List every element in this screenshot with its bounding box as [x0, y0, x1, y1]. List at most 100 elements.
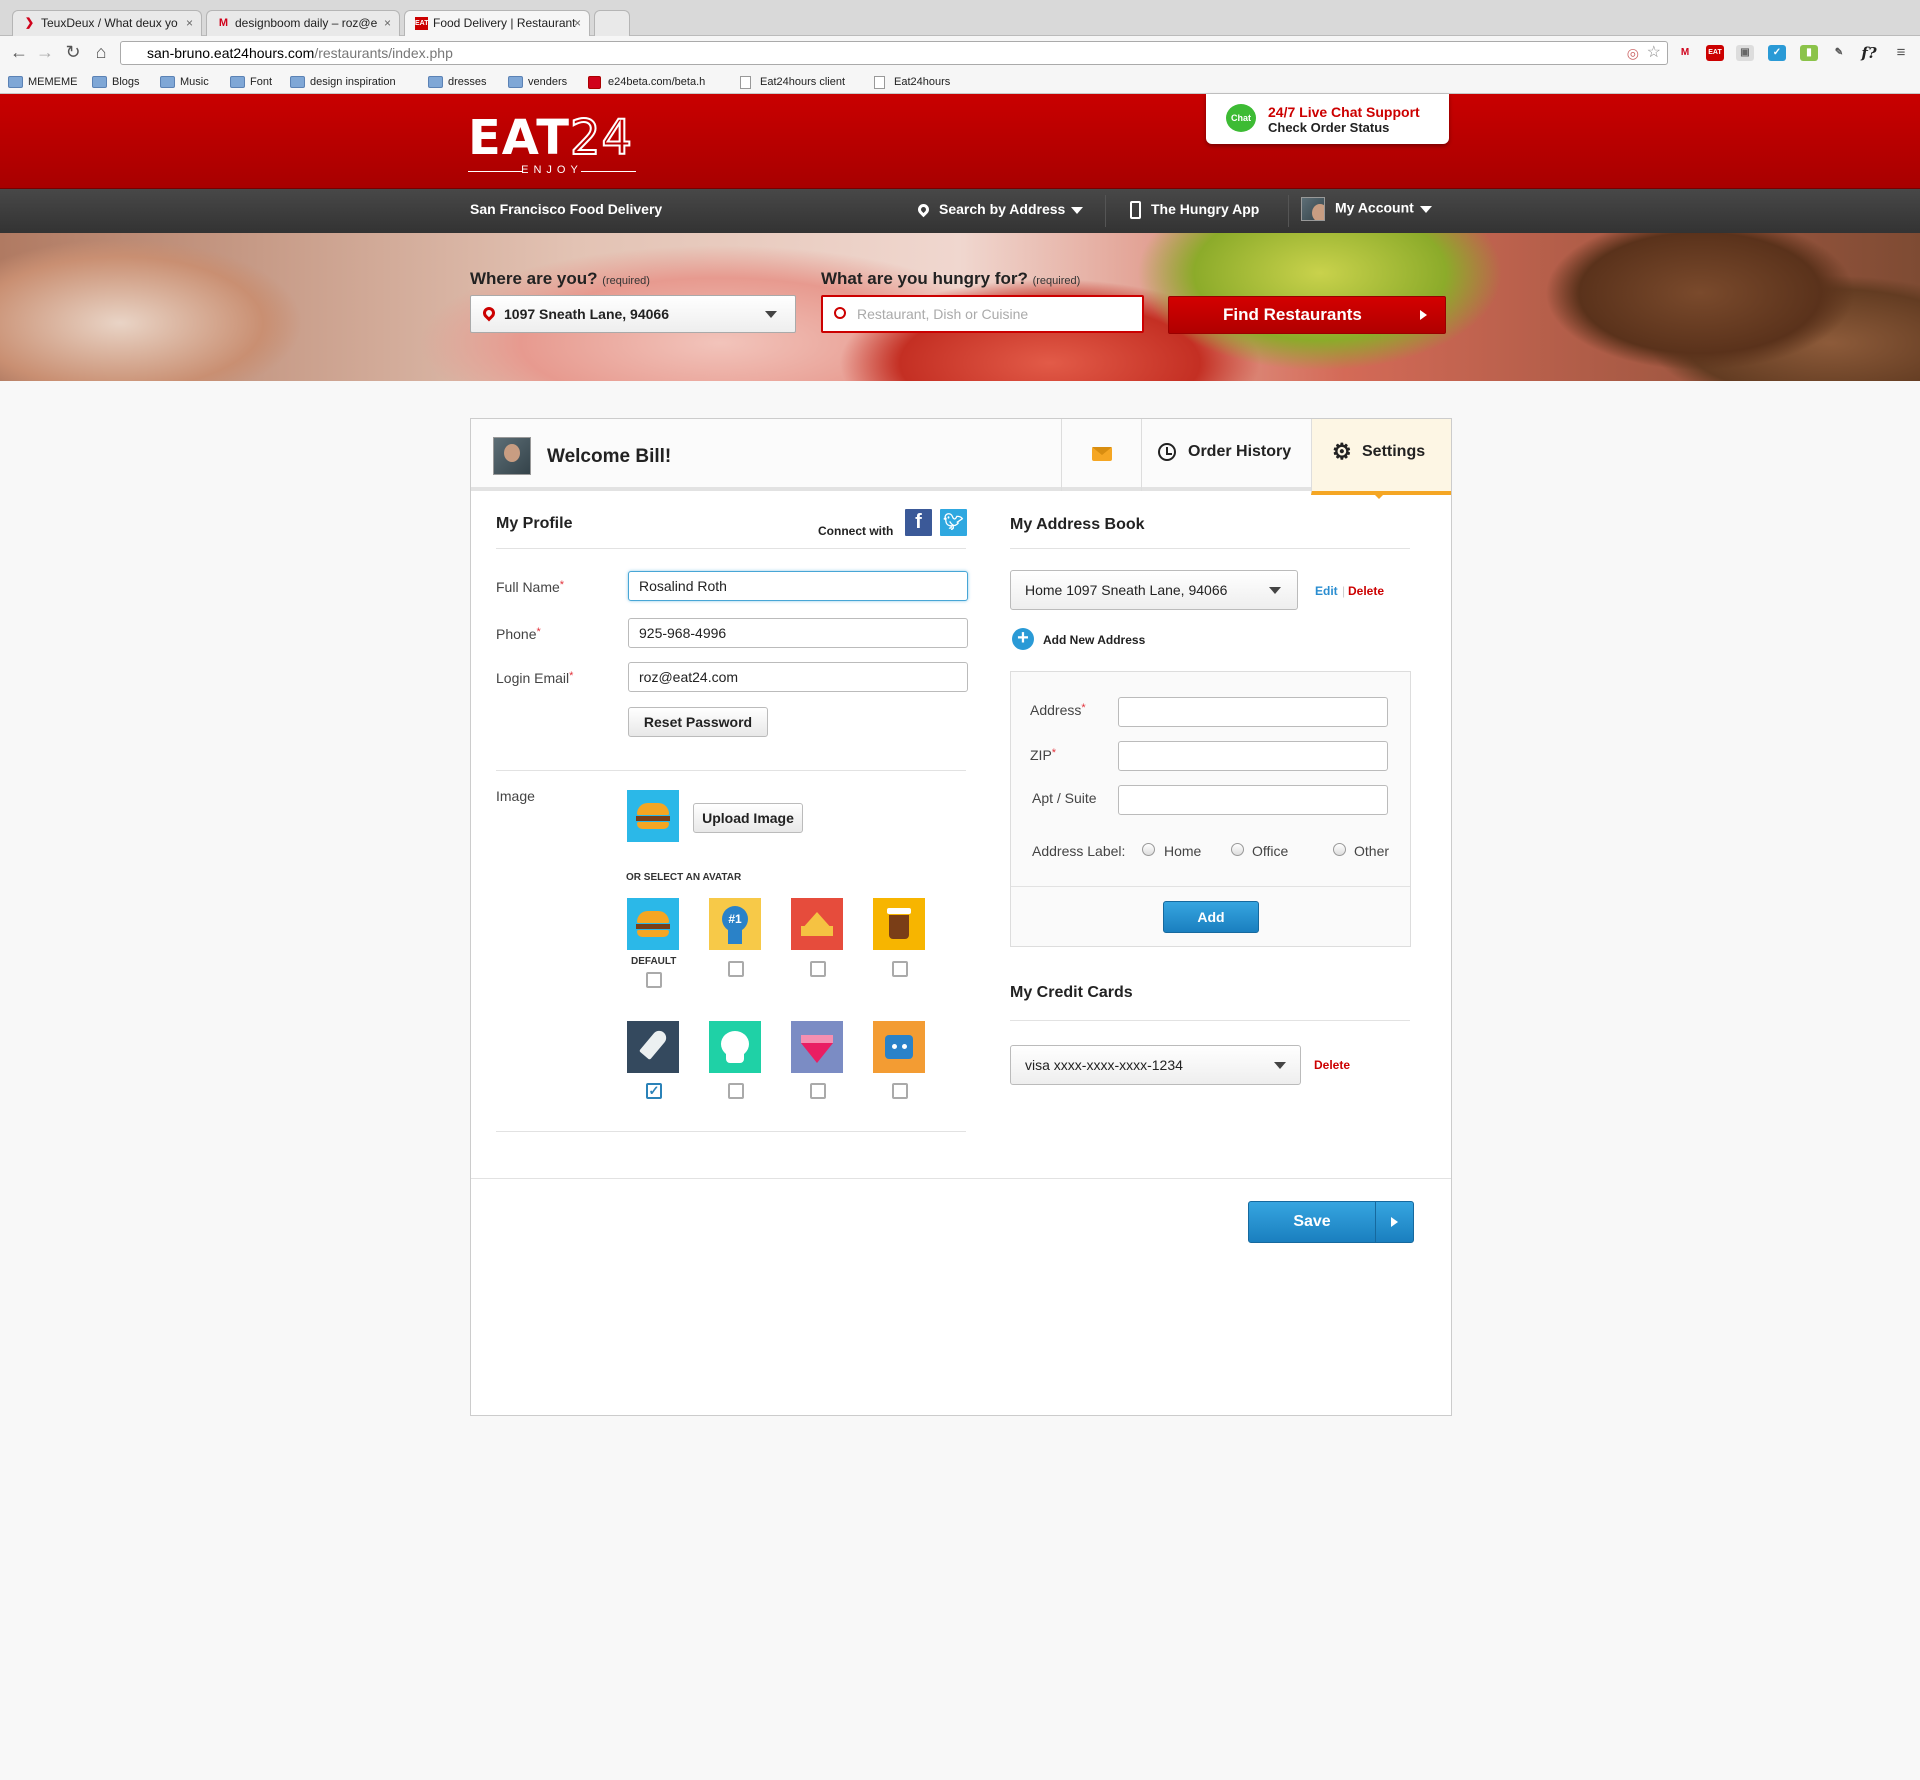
- bookmark-folder[interactable]: Blogs: [92, 73, 140, 91]
- bookmark-link[interactable]: e24beta.com/beta.h: [588, 73, 705, 91]
- bookmark-folder[interactable]: Music: [160, 73, 209, 91]
- credit-card-select[interactable]: visa xxxx-xxxx-xxxx-1234: [1010, 1045, 1301, 1085]
- gmail-extension-icon[interactable]: M: [1676, 45, 1694, 61]
- new-tab-button[interactable]: [594, 10, 630, 36]
- edit-address-link[interactable]: Edit: [1315, 584, 1338, 598]
- avatar-option-robot[interactable]: [873, 1021, 925, 1073]
- zip-label: ZIP*: [1030, 747, 1056, 763]
- avatar-checkbox-crown[interactable]: [810, 961, 826, 977]
- menu-icon[interactable]: ≡: [1892, 45, 1910, 61]
- bookmark-folder[interactable]: design inspiration: [290, 73, 396, 91]
- avatar-option-burger[interactable]: [627, 898, 679, 950]
- avatar-option-coffee[interactable]: [873, 898, 925, 950]
- address-select[interactable]: Home 1097 Sneath Lane, 94066: [1010, 570, 1298, 610]
- hungry-app-link[interactable]: The Hungry App: [1130, 201, 1259, 220]
- avatar-checkbox-robot[interactable]: [892, 1083, 908, 1099]
- eyedropper-extension-icon[interactable]: ✎: [1830, 45, 1848, 61]
- close-tab-icon[interactable]: ×: [384, 11, 391, 35]
- avatar-checkbox-ribbon[interactable]: [728, 961, 744, 977]
- panel-header: Welcome Bill! Order History ⚙ Settings: [471, 419, 1451, 495]
- check-order-status-link[interactable]: Check Order Status: [1268, 120, 1389, 135]
- extension-icon[interactable]: ▣: [1736, 45, 1754, 61]
- full-name-field[interactable]: Rosalind Roth: [628, 571, 968, 601]
- checkmark-extension-icon[interactable]: ✓: [1768, 45, 1786, 61]
- apt-suite-input[interactable]: [1118, 785, 1388, 815]
- bookmark-link[interactable]: Eat24hours client: [740, 73, 845, 91]
- back-icon[interactable]: ←: [8, 42, 30, 63]
- search-placeholder: Restaurant, Dish or Cuisine: [857, 306, 1029, 322]
- browser-tab-teuxdeux[interactable]: ❯ TeuxDeux / What deux yo ×: [12, 10, 202, 36]
- email-field[interactable]: roz@eat24.com: [628, 662, 968, 692]
- location-select[interactable]: 1097 Sneath Lane, 94066: [470, 295, 796, 333]
- radio-home[interactable]: [1142, 843, 1155, 856]
- avatar-option-diamond[interactable]: [791, 1021, 843, 1073]
- teuxdeux-icon: ❯: [24, 17, 35, 29]
- eat24-extension-icon[interactable]: EAT: [1706, 45, 1724, 61]
- avatar-checkbox-rocket[interactable]: ✓: [646, 1083, 662, 1099]
- tab-order-history[interactable]: Order History: [1141, 419, 1311, 491]
- upload-image-button[interactable]: Upload Image: [693, 803, 803, 833]
- skull-jaw: [726, 1053, 744, 1063]
- delete-address-link[interactable]: Delete: [1348, 584, 1384, 598]
- home-icon[interactable]: ⌂: [90, 42, 112, 63]
- bookmark-link[interactable]: Eat24hours: [874, 73, 950, 91]
- radio-other[interactable]: [1333, 843, 1346, 856]
- search-by-address-menu[interactable]: Search by Address: [915, 201, 1084, 218]
- tab-settings[interactable]: ⚙ Settings: [1311, 419, 1451, 495]
- city-title[interactable]: San Francisco Food Delivery: [470, 201, 662, 217]
- radio-office-label: Office: [1252, 843, 1289, 859]
- radio-office[interactable]: [1231, 843, 1244, 856]
- folder-icon: [92, 76, 107, 88]
- delete-card-link[interactable]: Delete: [1314, 1058, 1350, 1072]
- bookmark-folder[interactable]: venders: [508, 73, 567, 91]
- eat24-logo[interactable]: EAT24: [468, 109, 633, 167]
- cookie-icon[interactable]: ◎: [1627, 42, 1639, 64]
- divider: [1010, 1020, 1410, 1021]
- apt-suite-label: Apt / Suite: [1032, 790, 1097, 806]
- bookmark-star-icon[interactable]: ☆: [1647, 42, 1661, 64]
- avatar-checkbox-skull[interactable]: [728, 1083, 744, 1099]
- browser-tab-eat24[interactable]: EAT Food Delivery | Restaurant ×: [404, 10, 590, 37]
- close-tab-icon[interactable]: ×: [574, 11, 581, 35]
- reset-password-button[interactable]: Reset Password: [628, 707, 768, 737]
- whatfont-extension-icon[interactable]: f?: [1860, 45, 1878, 61]
- add-address-button[interactable]: Add: [1163, 901, 1259, 933]
- avatar-option-skull[interactable]: [709, 1021, 761, 1073]
- required-asterisk: *: [1051, 747, 1057, 759]
- tab-messages[interactable]: [1061, 419, 1141, 491]
- close-tab-icon[interactable]: ×: [186, 11, 193, 35]
- avatar-option-crown[interactable]: [791, 898, 843, 950]
- add-circle-icon[interactable]: +: [1012, 628, 1034, 650]
- bookmark-folder[interactable]: MEMEME: [8, 73, 78, 91]
- phone-field[interactable]: 925-968-4996: [628, 618, 968, 648]
- evernote-extension-icon[interactable]: ▮: [1800, 45, 1818, 61]
- label-text: Address: [1030, 702, 1082, 718]
- avatar-option-rocket[interactable]: [627, 1021, 679, 1073]
- chat-title[interactable]: 24/7 Live Chat Support: [1268, 104, 1420, 120]
- bookmark-folder[interactable]: Font: [230, 73, 272, 91]
- save-button[interactable]: Save: [1248, 1201, 1414, 1243]
- hero-search: Where are you? (required) 1097 Sneath La…: [0, 233, 1920, 381]
- find-restaurants-button[interactable]: Find Restaurants: [1168, 296, 1446, 334]
- food-search-input[interactable]: Restaurant, Dish or Cuisine: [821, 295, 1144, 333]
- my-account-menu[interactable]: My Account: [1301, 197, 1432, 221]
- facebook-icon[interactable]: f: [905, 509, 932, 536]
- zip-input[interactable]: [1118, 741, 1388, 771]
- address-input[interactable]: [1118, 697, 1388, 727]
- twitter-icon[interactable]: 🐦︎: [940, 509, 967, 536]
- add-new-address-link[interactable]: Add New Address: [1043, 633, 1145, 647]
- avatar-checkbox-diamond[interactable]: [810, 1083, 826, 1099]
- live-chat-widget[interactable]: Chat 24/7 Live Chat Support Check Order …: [1206, 94, 1449, 144]
- reload-icon[interactable]: ↻: [62, 42, 84, 63]
- bookmark-folder[interactable]: dresses: [428, 73, 487, 91]
- avatar-option-ribbon[interactable]: #1: [709, 898, 761, 950]
- address-label: Address*: [1030, 702, 1086, 718]
- address-bar[interactable]: san-bruno.eat24hours.com/restaurants/ind…: [120, 41, 1668, 65]
- avatar-checkbox-coffee[interactable]: [892, 961, 908, 977]
- forward-icon[interactable]: →: [34, 42, 56, 63]
- avatar-checkbox-burger[interactable]: [646, 972, 662, 988]
- browser-tab-gmail[interactable]: M designboom daily – roz@e ×: [206, 10, 400, 36]
- select-avatar-heading: OR SELECT AN AVATAR: [626, 872, 742, 883]
- current-avatar-image: [627, 790, 679, 842]
- required-note: (required): [1032, 275, 1081, 287]
